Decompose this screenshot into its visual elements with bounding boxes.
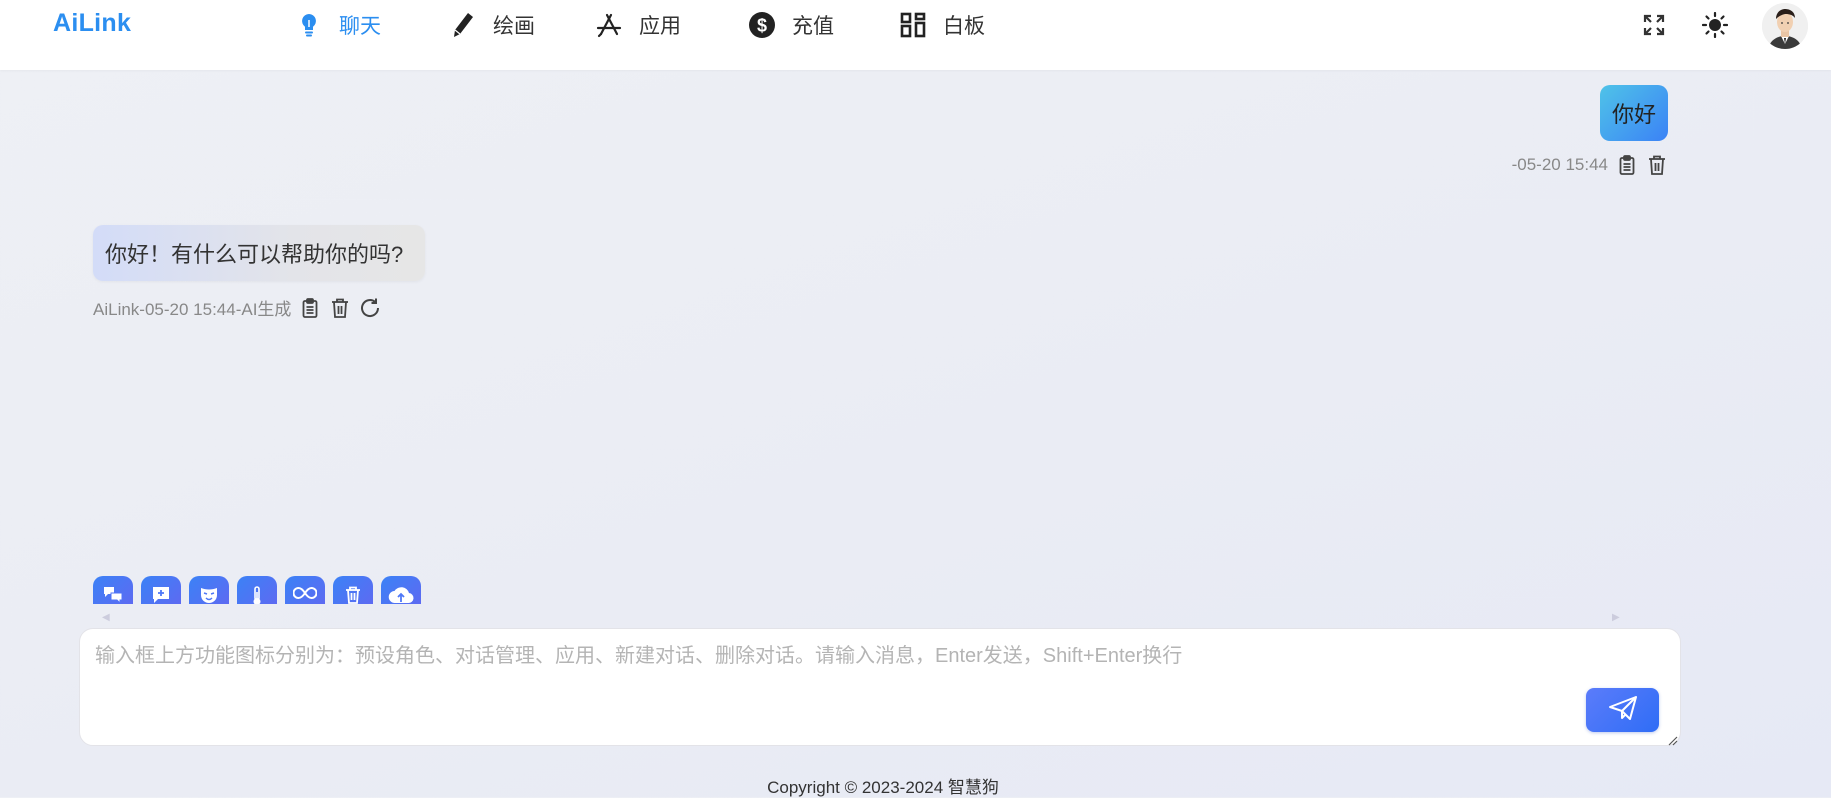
lightbulb-icon: [295, 11, 323, 39]
assistant-message-text: 你好！有什么可以帮助你的吗?: [105, 242, 404, 267]
top-header: AiLink 聊天 绘画 应用 $ 充值 白板: [0, 0, 1831, 70]
dollar-icon: $: [748, 11, 776, 39]
send-icon: [1608, 695, 1638, 726]
mask-icon[interactable]: [189, 576, 229, 604]
nav-label: 聊天: [339, 15, 381, 38]
footer-copyright: Copyright © 2023-2024 智慧狗: [767, 778, 999, 797]
scroll-right-arrow[interactable]: ▶: [1612, 612, 1620, 623]
regenerate-icon[interactable]: [359, 297, 381, 319]
preset-role-icon[interactable]: [93, 576, 133, 604]
nav-label: 充值: [792, 15, 834, 38]
message-timestamp: AiLink-05-20 15:44-AI生成: [93, 300, 292, 319]
nav-label: 白板: [943, 15, 985, 38]
sun-icon[interactable]: [1700, 10, 1730, 40]
svg-text:$: $: [757, 16, 767, 36]
nav-item-chat[interactable]: 聊天: [295, 10, 381, 40]
user-message-bubble: 你好: [1600, 85, 1669, 141]
grid-icon: [899, 11, 927, 39]
cloud-upload-icon[interactable]: [381, 576, 421, 604]
pencil-icon: [449, 11, 477, 39]
fullscreen-icon[interactable]: [1639, 10, 1669, 40]
delete-conversation-icon[interactable]: [333, 576, 373, 604]
user-message-text: 你好: [1612, 102, 1657, 127]
send-button[interactable]: [1586, 688, 1659, 732]
message-input[interactable]: [80, 629, 1680, 745]
delete-icon[interactable]: [1646, 154, 1668, 176]
copy-icon[interactable]: [1616, 154, 1638, 176]
conversation-manage-icon[interactable]: [141, 576, 181, 604]
infinity-icon[interactable]: [285, 576, 325, 604]
app-logo[interactable]: AiLink: [53, 9, 131, 38]
assistant-message-bubble: 你好！有什么可以帮助你的吗?: [93, 225, 426, 281]
nav-item-whiteboard[interactable]: 白板: [899, 10, 985, 40]
app-store-icon: [595, 11, 623, 39]
nav-item-draw[interactable]: 绘画: [449, 10, 535, 40]
message-composer: [79, 628, 1681, 746]
assistant-message-meta: AiLink-05-20 15:44-AI生成: [93, 295, 381, 320]
resize-handle[interactable]: [1668, 733, 1678, 746]
user-avatar[interactable]: [1762, 3, 1808, 49]
nav-label: 绘画: [493, 15, 535, 38]
nav-label: 应用: [639, 15, 681, 38]
user-message-meta: -05-20 15:44: [1512, 154, 1668, 176]
nav-item-apps[interactable]: 应用: [595, 10, 681, 40]
scroll-left-arrow[interactable]: ◀: [102, 612, 110, 623]
copy-icon[interactable]: [299, 297, 321, 319]
temperature-icon[interactable]: [237, 576, 277, 604]
nav-item-recharge[interactable]: $ 充值: [748, 10, 834, 40]
tool-bar: [93, 576, 429, 604]
message-timestamp: -05-20 15:44: [1511, 155, 1608, 174]
delete-icon[interactable]: [329, 297, 351, 319]
